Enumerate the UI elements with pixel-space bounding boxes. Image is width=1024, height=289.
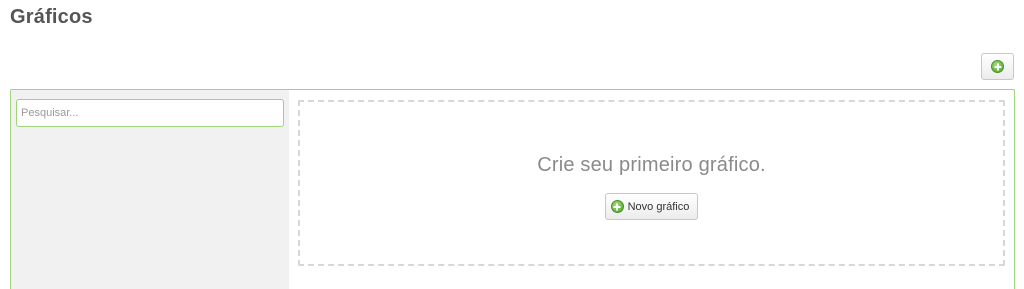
page-title: Gráficos <box>10 6 93 28</box>
plus-circle-icon <box>991 60 1004 73</box>
charts-sidebar <box>11 90 289 289</box>
empty-state-dropzone: Crie seu primeiro gráfico. Novo gráfico <box>298 100 1005 266</box>
new-chart-button[interactable]: Novo gráfico <box>604 193 699 220</box>
new-chart-label: Novo gráfico <box>627 200 690 213</box>
plus-circle-icon <box>610 200 624 213</box>
add-chart-button[interactable] <box>981 53 1014 80</box>
empty-state-message: Crie seu primeiro gráfico. <box>537 154 766 176</box>
charts-panel: Crie seu primeiro gráfico. Novo gráfico <box>10 89 1015 289</box>
search-input[interactable] <box>16 99 284 127</box>
